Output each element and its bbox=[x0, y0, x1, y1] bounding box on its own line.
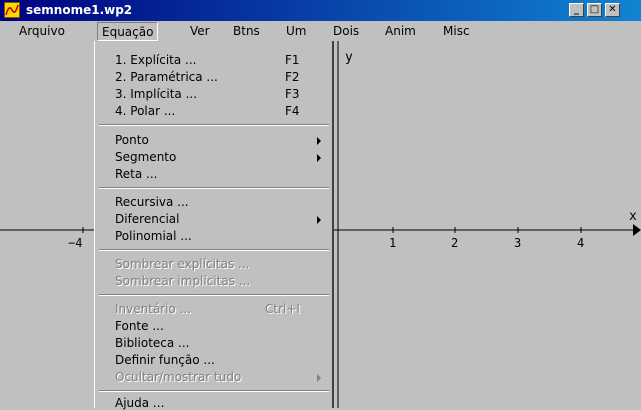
menu-equacao[interactable]: Equação bbox=[97, 22, 159, 41]
menu-item-reta[interactable]: Reta ... bbox=[115, 167, 158, 181]
menu-item-definir-funcao[interactable]: Definir função ... bbox=[115, 353, 215, 367]
menu-separator bbox=[99, 187, 329, 189]
menu-item-implicita[interactable]: 3. Implícita ... bbox=[115, 87, 197, 101]
shortcut-f4: F4 bbox=[285, 104, 300, 118]
menu-item-parametrica[interactable]: 2. Paramétrica ... bbox=[115, 70, 218, 84]
menu-item-polinomial[interactable]: Polinomial ... bbox=[115, 229, 192, 243]
tick-label: 3 bbox=[514, 236, 522, 250]
menu-ver[interactable]: Ver bbox=[190, 24, 210, 38]
menu-separator bbox=[99, 294, 329, 296]
shortcut-f1: F1 bbox=[285, 53, 300, 67]
close-button[interactable]: ✕ bbox=[605, 3, 620, 17]
menu-misc[interactable]: Misc bbox=[443, 24, 470, 38]
menu-dois[interactable]: Dois bbox=[333, 24, 359, 38]
menu-separator bbox=[99, 249, 329, 251]
menu-btns[interactable]: Btns bbox=[233, 24, 260, 38]
app-icon bbox=[4, 2, 20, 18]
submenu-arrow-icon bbox=[317, 137, 321, 145]
menu-item-sombrear-explicitas: Sombrear explícitas ... bbox=[115, 257, 250, 271]
menu-item-diferencial[interactable]: Diferencial bbox=[115, 212, 179, 226]
menu-item-segmento[interactable]: Segmento bbox=[115, 150, 176, 164]
menu-separator bbox=[99, 124, 329, 126]
menu-item-sombrear-implicitas: Sombrear implícitas ... bbox=[115, 274, 251, 288]
menu-item-explicita[interactable]: 1. Explícita ... bbox=[115, 53, 196, 67]
menu-separator bbox=[99, 390, 329, 392]
window-title: semnome1.wp2 bbox=[26, 3, 133, 17]
tick-label: −4 bbox=[68, 236, 83, 250]
x-axis-label: x bbox=[629, 209, 637, 224]
tick-label: 2 bbox=[451, 236, 459, 250]
menu-item-polar[interactable]: 4. Polar ... bbox=[115, 104, 175, 118]
minimize-button[interactable]: _ bbox=[569, 3, 584, 17]
equacao-dropdown-menu: 1. Explícita ... F1 2. Paramétrica ... F… bbox=[94, 41, 334, 410]
menu-um[interactable]: Um bbox=[286, 24, 306, 38]
menu-item-ponto[interactable]: Ponto bbox=[115, 133, 149, 147]
y-axis-label: y bbox=[345, 50, 353, 65]
menu-arquivo[interactable]: Arquivo bbox=[19, 24, 65, 38]
submenu-arrow-icon bbox=[317, 154, 321, 162]
maximize-button[interactable]: □ bbox=[587, 3, 602, 17]
shortcut-f2: F2 bbox=[285, 70, 300, 84]
menu-item-inventario: Inventário ... bbox=[115, 302, 192, 316]
shortcut-ctrl-i: Ctrl+I bbox=[265, 302, 300, 316]
title-bar: semnome1.wp2 _ □ ✕ bbox=[0, 0, 641, 21]
tick-label: 1 bbox=[389, 236, 397, 250]
tick-label: 4 bbox=[577, 236, 585, 250]
submenu-arrow-icon bbox=[317, 374, 321, 382]
menu-anim[interactable]: Anim bbox=[385, 24, 416, 38]
menu-item-fonte[interactable]: Fonte ... bbox=[115, 319, 164, 333]
x-axis-arrow-icon bbox=[633, 224, 641, 236]
menu-item-ocultar-mostrar: Ocultar/mostrar tudo bbox=[115, 370, 242, 384]
menu-item-biblioteca[interactable]: Biblioteca ... bbox=[115, 336, 190, 350]
shortcut-f3: F3 bbox=[285, 87, 300, 101]
menu-bar: Arquivo Equação Ver Btns Um Dois Anim Mi… bbox=[0, 21, 641, 41]
menu-item-recursiva[interactable]: Recursiva ... bbox=[115, 195, 189, 209]
submenu-arrow-icon bbox=[317, 216, 321, 224]
